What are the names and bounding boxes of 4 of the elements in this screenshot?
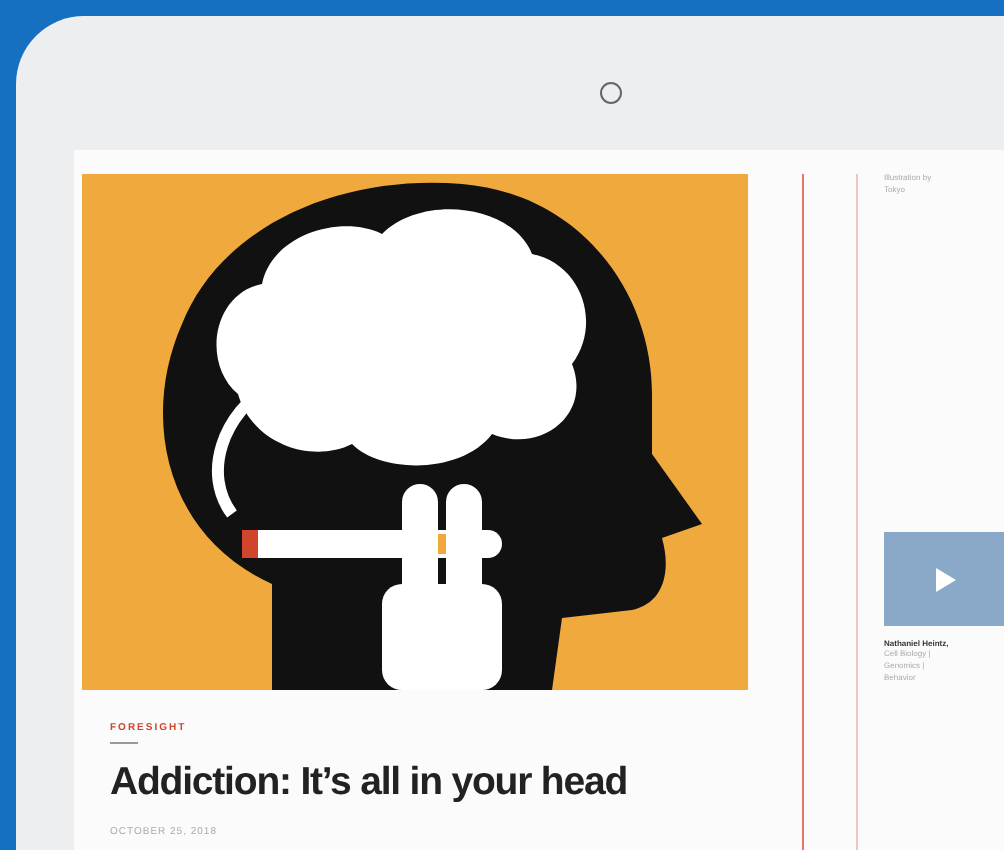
article-title[interactable]: Addiction: It’s all in your head: [110, 760, 748, 806]
camera-icon: [599, 82, 621, 104]
play-icon[interactable]: [930, 565, 958, 593]
photo-placeholder[interactable]: [884, 532, 1004, 626]
